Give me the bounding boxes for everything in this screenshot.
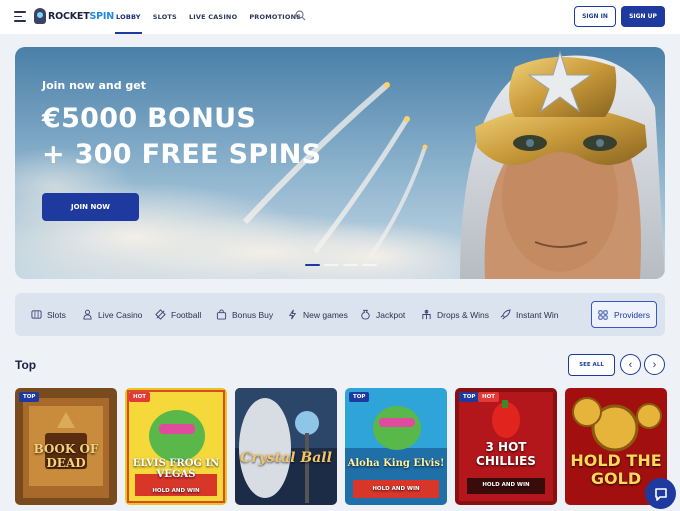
category-label: Live Casino [98,309,143,320]
game-title: Aloha King Elvis! [347,458,445,469]
nav-live-casino[interactable]: LIVE CASINO [189,0,237,34]
hamburger-menu-icon[interactable] [14,11,26,22]
sign-up-button[interactable]: SIGN UP [621,6,665,27]
category-instant-win[interactable]: Instant Win [500,293,559,336]
game-title: ELVIS FROG IN VEGAS [132,458,220,480]
category-label: Bonus Buy [232,309,274,320]
prev-arrow-button[interactable]: ‹ [620,354,641,375]
category-football[interactable]: Football [155,293,201,336]
football-icon [155,309,166,320]
top-badge: TOP [19,392,40,402]
grid-icon [598,309,608,320]
sign-in-button[interactable]: SIGN IN [574,6,616,27]
category-drops-wins[interactable]: Drops & Wins [421,293,489,336]
category-label: Football [171,309,202,320]
slots-icon [31,310,42,319]
game-subtitle: HOLD AND WIN [482,482,530,488]
carousel-dot[interactable] [362,264,377,266]
join-now-button[interactable]: JOIN NOW [42,193,139,221]
category-new-games[interactable]: New games [287,293,348,336]
game-title: 3 HOT CHILLIES [476,440,536,468]
nav-lobby[interactable]: LOBBY [115,0,142,34]
drops-wins-icon [422,309,431,320]
category-bonus-buy[interactable]: Bonus Buy [216,293,273,336]
site-logo[interactable]: ROCKETSPIN [34,8,114,24]
game-card[interactable]: Crystal Ball [235,388,337,505]
carousel-dot[interactable] [343,264,358,266]
jackpot-icon [361,309,370,320]
top-badge: TOP [349,392,370,402]
live-chat-button[interactable] [645,478,676,509]
carousel-dot[interactable] [305,264,320,266]
category-label: Instant Win [516,309,559,320]
hot-badge: HOT [478,392,500,402]
nav-slots[interactable]: SLOTS [153,0,177,34]
category-slots[interactable]: Slots [31,293,66,336]
instant-win-icon [500,309,511,320]
bonus-buy-icon [216,309,227,320]
nav-promotions[interactable]: PROMOTIONS [249,0,301,34]
category-label: New games [303,309,348,320]
hot-badge: HOT [129,392,151,402]
category-label: Jackpot [376,309,406,320]
game-card[interactable]: TOP HOT 3 HOT CHILLIES HOLD AND WIN [455,388,557,505]
category-label: Drops & Wins [437,309,489,320]
providers-label: Providers [614,309,650,320]
rocket-logo-icon [34,8,46,24]
hero-bonus-amount: €5000 BONUS [42,103,257,134]
game-title: Crystal Ball [240,450,332,466]
game-subtitle: HOLD AND WIN [152,488,200,494]
chat-icon [654,487,667,501]
providers-button[interactable]: Providers [591,301,657,328]
carousel-dot[interactable] [324,264,339,266]
game-thumbnail [235,388,337,505]
hero-banner[interactable]: Join now and get €5000 BONUS + 300 FREE … [15,47,665,279]
search-icon[interactable] [295,10,306,21]
hero-free-spins: + 300 FREE SPINS [42,139,322,170]
main-nav: LOBBY SLOTS LIVE CASINO PROMOTIONS [115,0,313,34]
new-games-icon [288,309,297,320]
logo-text-spin: SPIN [89,10,115,22]
game-card[interactable]: TOP BOOK OF DEAD [15,388,117,505]
category-label: Slots [47,309,66,320]
hero-pretitle: Join now and get [42,79,147,92]
top-header: ROCKETSPIN LOBBY SLOTS LIVE CASINO PROMO… [0,0,680,34]
category-bar: Slots Live Casino Football Bonus Buy New… [15,293,665,336]
game-title: BOOK OF DEAD [33,442,99,470]
category-live-casino[interactable]: Live Casino [82,293,142,336]
top-games-row: TOP BOOK OF DEAD HOT ELVIS FROG IN VEGAS… [15,388,667,511]
game-card[interactable]: HOT ELVIS FROG IN VEGAS HOLD AND WIN [125,388,227,505]
see-all-button[interactable]: SEE ALL [568,354,615,376]
carousel-indicators [305,264,377,266]
game-subtitle: HOLD AND WIN [372,486,420,492]
category-jackpot[interactable]: Jackpot [360,293,405,336]
live-casino-icon [83,309,92,320]
next-arrow-button[interactable]: › [644,354,665,375]
top-badge: TOP [459,392,480,402]
logo-text-rocket: ROCKET [48,10,90,22]
section-title: Top [15,358,37,372]
game-card[interactable]: TOP Aloha King Elvis! HOLD AND WIN [345,388,447,505]
